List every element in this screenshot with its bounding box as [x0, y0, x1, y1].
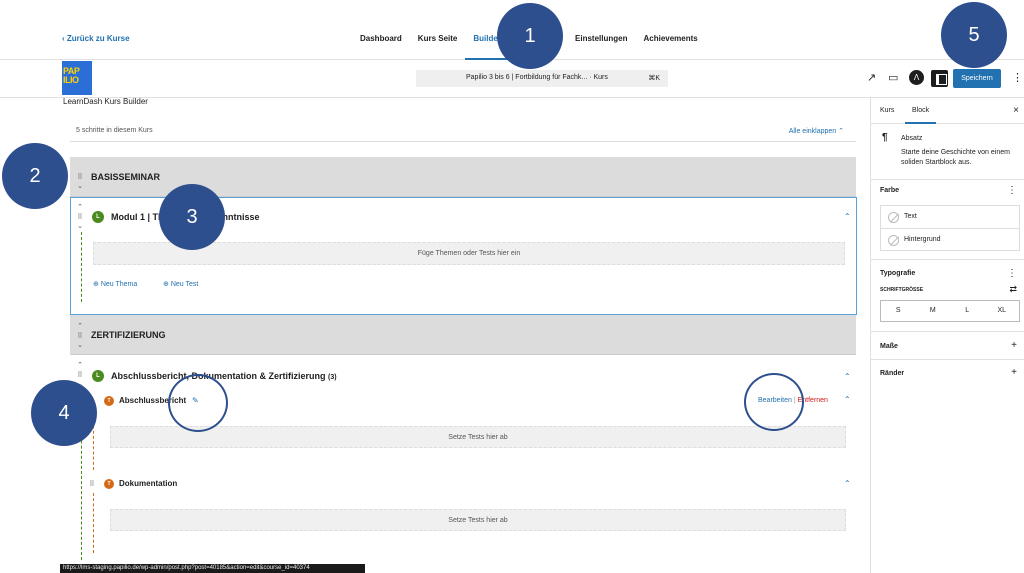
tab-block[interactable]: Block	[904, 107, 937, 124]
font-size-picker: S M L XL	[880, 300, 1020, 322]
font-size-xl[interactable]: XL	[985, 301, 1020, 321]
lesson-title[interactable]: Abschlussbericht, Dokumentation & Zertif…	[111, 371, 337, 381]
site-logo[interactable]: PAP ILIO	[62, 61, 92, 95]
empty-swatch-icon	[888, 235, 899, 246]
chevron-up-icon: ⌃	[838, 128, 844, 135]
chevron-down-icon[interactable]: ⌄	[75, 183, 85, 190]
color-option-text[interactable]: Text	[881, 206, 1019, 229]
plus-circle-icon: ⊕	[163, 281, 171, 288]
steps-header: 5 schritte in diesem Kurs Alle einklappe…	[70, 120, 856, 142]
drag-handle-icon[interactable]: ⠿	[75, 174, 85, 181]
move-down-icon[interactable]: ⌄	[75, 342, 85, 349]
panel-heading: Typografie	[880, 270, 916, 277]
tab-course-page[interactable]: Kurs Seite	[410, 0, 466, 60]
chevron-up-icon[interactable]: ⌃	[844, 480, 851, 488]
annotation-badge: 1	[497, 3, 563, 69]
steps-count: 5 schritte in diesem Kurs	[76, 127, 153, 134]
dimensions-panel[interactable]: Maße +	[871, 332, 1024, 360]
typography-panel: Typografie ⋮ SCHRIFTGRÖSSE ⇄ S M L XL	[871, 260, 1024, 332]
section-heading[interactable]: ZERTIFIZIERUNG	[70, 315, 856, 355]
chevron-up-icon[interactable]: ⌃	[844, 213, 851, 221]
lesson-badge-icon: L	[92, 211, 104, 223]
tree-connector	[93, 493, 94, 553]
annotation-badge: 5	[941, 2, 1007, 68]
block-name: Absatz	[901, 135, 923, 142]
drop-zone[interactable]: Setze Tests hier ab	[110, 509, 846, 531]
more-options-icon[interactable]: ⋮	[1007, 268, 1017, 279]
more-options-icon[interactable]: ⋮	[1012, 71, 1023, 84]
panel-heading: Maße	[880, 343, 898, 350]
drag-handle-icon[interactable]: ⠿	[75, 333, 85, 340]
collapse-all-link[interactable]: Alle einklappen ⌃	[789, 127, 844, 135]
status-bar-url: https://lms-staging.papilio.de/wp-admin/…	[60, 564, 365, 573]
color-options: Text Hintergrund	[880, 205, 1020, 251]
highlight-ring	[744, 373, 804, 431]
tree-connector	[81, 232, 82, 302]
tab-dashboard[interactable]: Dashboard	[352, 0, 410, 60]
move-down-icon[interactable]: ⌄	[75, 223, 85, 230]
plus-icon[interactable]: +	[1011, 340, 1017, 351]
topic-badge-icon: T	[104, 479, 114, 489]
command-palette-bar[interactable]: Papilio 3 bis 6 | Fortbildung für Fachk.…	[416, 70, 668, 87]
more-options-icon[interactable]: ⋮	[1007, 185, 1017, 196]
paragraph-icon: ¶	[882, 132, 888, 143]
drop-zone[interactable]: Setze Tests hier ab	[110, 426, 846, 448]
plus-circle-icon: ⊕	[93, 281, 101, 288]
annotation-badge: 3	[159, 184, 225, 250]
tab-settings[interactable]: Einstellungen	[567, 0, 635, 60]
builder-title: LearnDash Kurs Builder	[63, 97, 148, 106]
shortcut-hint: ⌘K	[648, 75, 660, 82]
highlight-ring	[168, 374, 228, 432]
borders-panel[interactable]: Ränder +	[871, 360, 1024, 386]
move-up-icon[interactable]: ⌃	[75, 323, 85, 330]
font-size-s[interactable]: S	[881, 301, 916, 321]
drag-handle-icon[interactable]: ⠿	[75, 214, 85, 221]
new-quiz-button[interactable]: ⊕ Neu Test	[163, 280, 198, 288]
tab-achievements[interactable]: Achievements	[635, 0, 705, 60]
document-title: Papilio 3 bis 6 | Fortbildung für Fachk.…	[466, 74, 608, 81]
close-icon[interactable]: ×	[1013, 105, 1019, 116]
font-size-label: SCHRIFTGRÖSSE	[880, 287, 924, 293]
block-card: ¶ Absatz Starte deine Geschichte von ein…	[871, 124, 1024, 180]
font-size-l[interactable]: L	[950, 301, 985, 321]
move-up-icon[interactable]: ⌃	[75, 362, 85, 369]
astra-logo-icon[interactable]: Λ	[909, 70, 924, 85]
save-button[interactable]: Speichern	[953, 69, 1001, 88]
topic-badge-icon: T	[104, 396, 114, 406]
settings-panel-toggle-icon[interactable]	[931, 70, 948, 87]
panel-heading: Farbe	[880, 187, 900, 194]
topic-count: (3)	[328, 374, 337, 381]
back-to-courses-link[interactable]: ‹ Zurück zu Kurse	[62, 34, 130, 43]
section-title: BASISSEMINAR	[91, 172, 161, 182]
sidebar-tabs: Kurs Block ×	[871, 98, 1024, 124]
lesson-badge-icon: L	[92, 370, 104, 382]
annotation-badge: 2	[2, 143, 68, 209]
chevron-up-icon[interactable]: ⌃	[844, 396, 851, 404]
move-up-icon[interactable]: ⌃	[75, 204, 85, 211]
custom-size-icon[interactable]: ⇄	[1009, 284, 1017, 295]
drag-handle-icon[interactable]: ⠿	[87, 481, 97, 488]
empty-swatch-icon	[888, 212, 899, 223]
font-size-m[interactable]: M	[916, 301, 951, 321]
preview-device-icon[interactable]: ▭	[888, 72, 898, 84]
plus-icon[interactable]: +	[1011, 367, 1017, 378]
color-panel: Farbe ⋮ Text Hintergrund	[871, 180, 1024, 260]
external-link-icon[interactable]: ↗	[867, 72, 876, 84]
annotation-badge: 4	[31, 380, 97, 446]
block-description: Starte deine Geschichte von einem solide…	[901, 149, 1010, 166]
new-topic-button[interactable]: ⊕ Neu Thema	[93, 280, 137, 288]
settings-sidebar: Kurs Block × ¶ Absatz Starte deine Gesch…	[870, 98, 1024, 573]
section-title: ZERTIFIZIERUNG	[91, 330, 166, 340]
panel-heading: Ränder	[880, 370, 905, 377]
topic-title[interactable]: Dokumentation	[119, 479, 177, 488]
chevron-up-icon[interactable]: ⌃	[844, 373, 851, 381]
drag-handle-icon[interactable]: ⠿	[75, 372, 85, 379]
color-option-background[interactable]: Hintergrund	[881, 229, 1019, 252]
tab-course[interactable]: Kurs	[880, 107, 894, 114]
